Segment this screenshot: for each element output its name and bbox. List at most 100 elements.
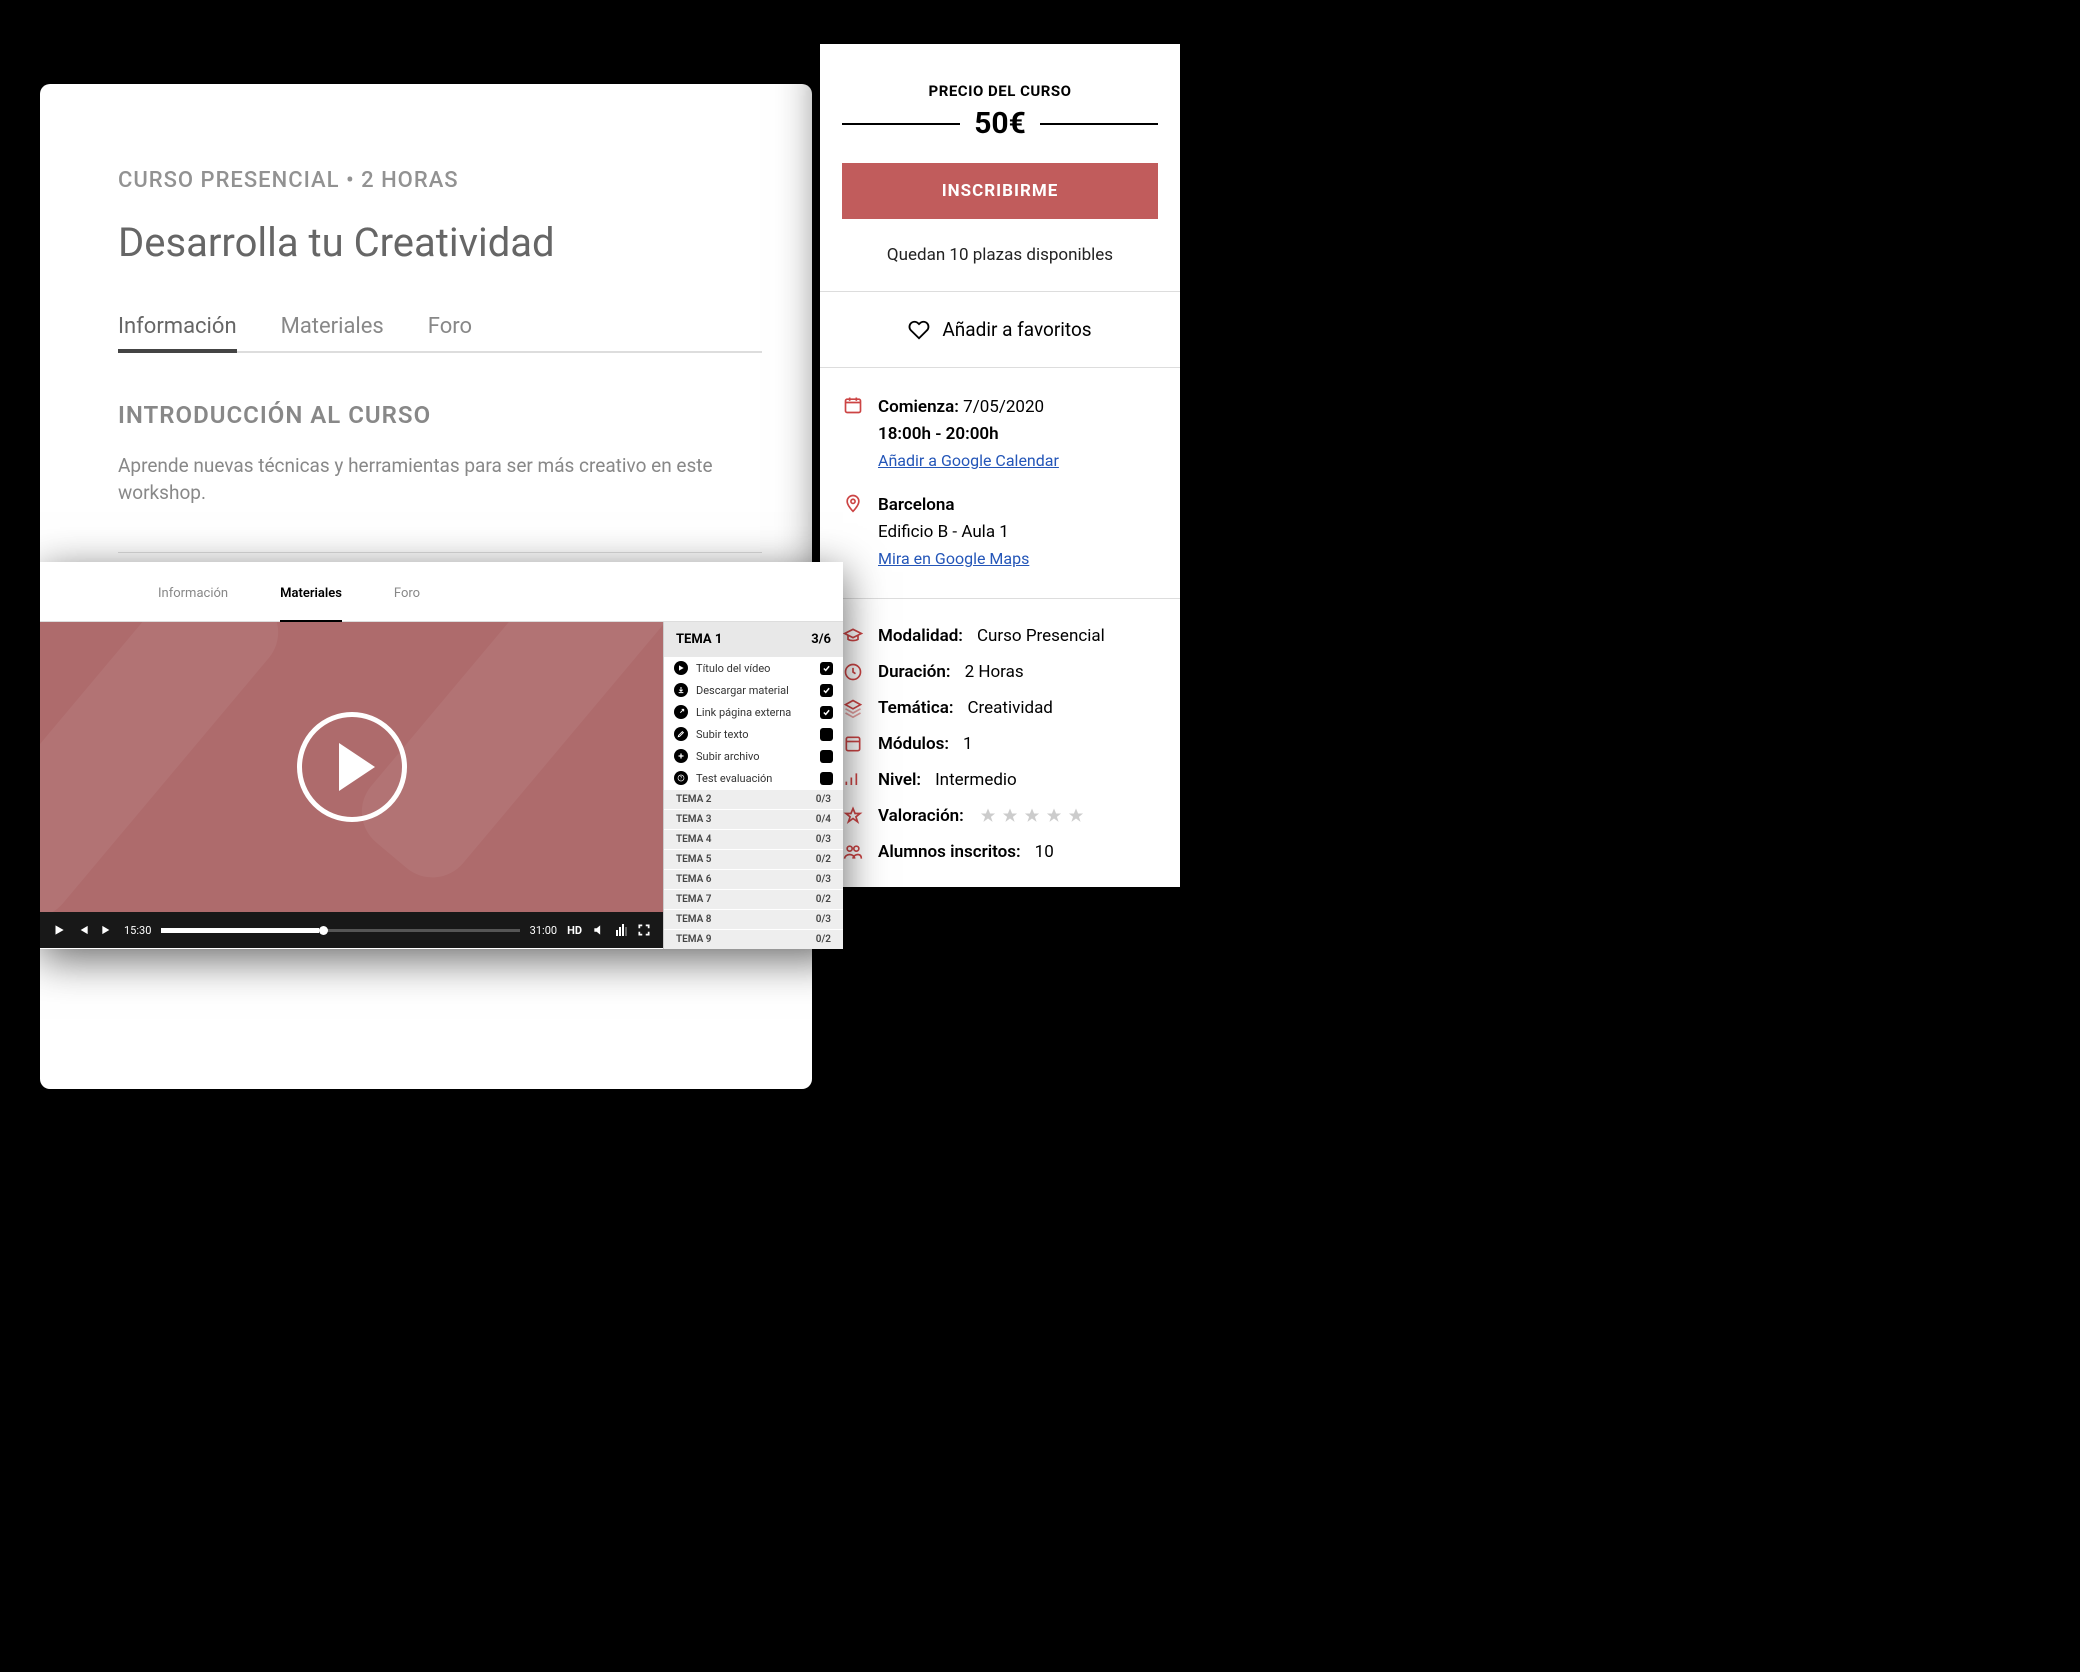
volume-bars[interactable] [616, 924, 627, 936]
detail-topic: Temática: Creatividad [842, 697, 1158, 719]
tema-name: TEMA 4 [676, 834, 712, 845]
intro-text: Aprende nuevas técnicas y herramientas p… [118, 453, 762, 506]
course-title: Desarrolla tu Creatividad [118, 219, 762, 266]
tema-row[interactable]: TEMA 7 0/2 [664, 890, 843, 909]
video-viewport[interactable] [40, 622, 663, 912]
price-label: PRECIO DEL CURSO [842, 82, 1158, 100]
rating-stars [978, 806, 1086, 826]
tab-materiales[interactable]: Materiales [281, 314, 384, 351]
divider [820, 598, 1180, 599]
tema-count: 0/4 [816, 814, 831, 825]
fullscreen-icon[interactable] [637, 923, 651, 937]
tema-row[interactable]: TEMA 4 0/3 [664, 830, 843, 849]
modules-icon [842, 733, 864, 755]
tab-informacion[interactable]: Información [118, 314, 237, 353]
lesson-checkbox[interactable] [820, 662, 833, 675]
play-icon[interactable] [52, 923, 66, 937]
tema-name: TEMA 7 [676, 894, 712, 905]
city: Barcelona [878, 492, 1029, 519]
video-controls: 15:30 31:00 HD [40, 912, 663, 948]
calendar-icon [842, 394, 864, 416]
lesson-checkbox[interactable] [820, 706, 833, 719]
tema-row[interactable]: TEMA 6 0/3 [664, 870, 843, 889]
location-block: Barcelona Edificio B - Aula 1 Mira en Go… [842, 492, 1158, 572]
lesson-item[interactable]: Título del vídeo [664, 657, 843, 679]
course-tabs: Información Materiales Foro [118, 314, 762, 353]
lesson-type-icon: ? [674, 771, 688, 785]
detail-rating: Valoración: [842, 805, 1158, 827]
lesson-label: Subir archivo [696, 750, 812, 763]
play-icon [339, 743, 375, 791]
tab-foro[interactable]: Foro [428, 314, 472, 351]
lesson-item[interactable]: Descargar material [664, 679, 843, 701]
mtab-informacion[interactable]: Información [158, 586, 228, 609]
tema-row[interactable]: TEMA 9 0/2 [664, 930, 843, 949]
tema-row[interactable]: TEMA 2 0/3 [664, 790, 843, 809]
lesson-label: Subir texto [696, 728, 812, 741]
tema-count: 0/3 [816, 794, 831, 805]
divider [820, 367, 1180, 368]
starts-label: Comienza: [878, 397, 959, 417]
video-player: 15:30 31:00 HD [40, 622, 663, 949]
materials-panel: Información Materiales Foro 15:30 31:00 … [40, 562, 843, 949]
level-icon [842, 769, 864, 791]
start-time: 18:00h - 20:00h [878, 421, 1059, 448]
progress-bar[interactable] [161, 929, 519, 932]
lesson-item[interactable]: ? Test evaluación [664, 767, 843, 789]
google-maps-link[interactable]: Mira en Google Maps [878, 546, 1029, 572]
price-row: 50€ [842, 106, 1158, 141]
lesson-item[interactable]: Subir texto [664, 723, 843, 745]
tema-name: TEMA 9 [676, 934, 712, 945]
tema-row[interactable]: TEMA 5 0/2 [664, 850, 843, 869]
lesson-checkbox[interactable] [820, 728, 833, 741]
lesson-label: Test evaluación [696, 772, 812, 785]
play-button[interactable] [297, 712, 407, 822]
tema-name: TEMA 8 [676, 914, 712, 925]
address: Edificio B - Aula 1 [878, 519, 1029, 546]
tema-header[interactable]: TEMA 1 3/6 [664, 622, 843, 657]
users-icon [842, 841, 864, 863]
tema-count: 0/3 [816, 834, 831, 845]
lesson-type-icon [674, 661, 688, 675]
price-line-right [1040, 123, 1158, 125]
volume-icon[interactable] [592, 923, 606, 937]
course-meta: CURSO PRESENCIAL • 2 HORAS [118, 168, 762, 193]
lesson-checkbox[interactable] [820, 772, 833, 785]
mtab-materiales[interactable]: Materiales [280, 586, 342, 622]
google-calendar-link[interactable]: Añadir a Google Calendar [878, 448, 1059, 474]
lesson-type-icon [674, 683, 688, 697]
time-total: 31:00 [530, 924, 557, 937]
favorite-label: Añadir a favoritos [942, 318, 1091, 341]
lesson-type-icon [674, 705, 688, 719]
detail-level: Nivel: Intermedio [842, 769, 1158, 791]
detail-students: Alumnos inscritos: 10 [842, 841, 1158, 863]
lesson-label: Link página externa [696, 706, 812, 719]
tema-count: 0/2 [816, 934, 831, 945]
hd-badge[interactable]: HD [567, 924, 582, 937]
lesson-label: Descargar material [696, 684, 812, 697]
tema-name: TEMA 5 [676, 854, 712, 865]
lesson-type-icon [674, 749, 688, 763]
mtab-foro[interactable]: Foro [394, 586, 420, 609]
detail-duration: Duración: 2 Horas [842, 661, 1158, 683]
detail-modules: Módulos: 1 [842, 733, 1158, 755]
detail-mode: Modalidad: Curso Presencial [842, 625, 1158, 647]
tema-name: TEMA 2 [676, 794, 712, 805]
lesson-item[interactable]: Link página externa [664, 701, 843, 723]
tema-row[interactable]: TEMA 3 0/4 [664, 810, 843, 829]
lesson-item[interactable]: Subir archivo [664, 745, 843, 767]
enroll-button[interactable]: INSCRIBIRME [842, 163, 1158, 219]
tema-name: TEMA 3 [676, 814, 712, 825]
heart-icon [908, 319, 930, 341]
add-favorite-button[interactable]: Añadir a favoritos [842, 318, 1158, 341]
tema-row[interactable]: TEMA 8 0/3 [664, 910, 843, 929]
divider [118, 552, 762, 553]
lesson-checkbox[interactable] [820, 750, 833, 763]
lesson-label: Título del vídeo [696, 662, 812, 675]
intro-heading: INTRODUCCIÓN AL CURSO [118, 401, 762, 429]
location-icon [842, 492, 864, 514]
graduation-icon [842, 625, 864, 647]
next-icon[interactable] [100, 923, 114, 937]
lesson-checkbox[interactable] [820, 684, 833, 697]
prev-icon[interactable] [76, 923, 90, 937]
